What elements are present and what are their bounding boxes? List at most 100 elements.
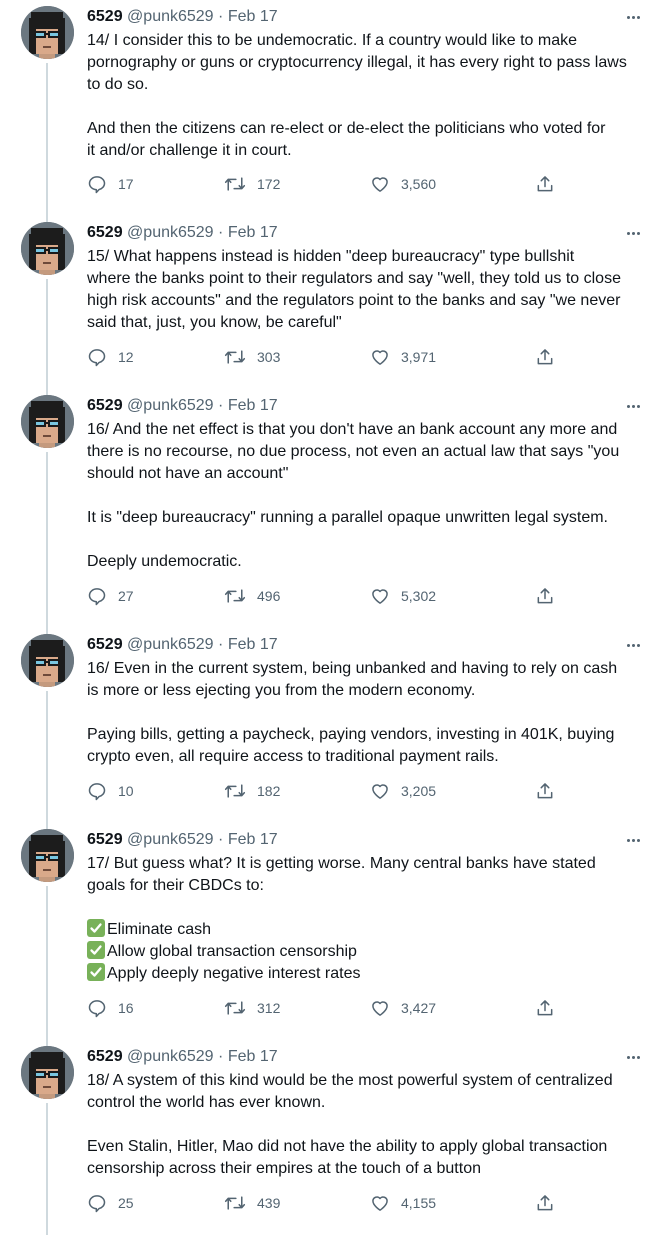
avatar[interactable] [21, 829, 74, 882]
checklist-item: Allow global transaction censorship [87, 941, 647, 963]
reply-icon [87, 1193, 107, 1213]
tweet-line: is more or less ejecting you from the mo… [87, 682, 476, 699]
reply-button[interactable]: 12 [87, 345, 134, 369]
tweet-line: should not have an account" [87, 465, 289, 482]
tweet-actions: 12 303 3,971 [87, 345, 567, 369]
retweet-button[interactable]: 496 [224, 584, 280, 608]
tweet-line: Even Stalin, Hitler, Mao did not have th… [87, 1138, 608, 1155]
thread-connector-line [46, 691, 48, 830]
check-mark-icon [87, 941, 105, 959]
tweet-line: 16/ And the net effect is that you don't… [87, 421, 618, 438]
author-handle[interactable]: @punk6529 [127, 636, 214, 653]
like-button[interactable]: 5,302 [370, 584, 436, 608]
tweet[interactable]: 6529 @punk6529 · Feb 17 16/ And the net e… [0, 392, 665, 635]
author-handle[interactable]: @punk6529 [127, 224, 214, 241]
author-name[interactable]: 6529 [87, 397, 123, 414]
author-name[interactable]: 6529 [87, 8, 123, 25]
share-button[interactable] [535, 996, 555, 1020]
reply-icon [87, 781, 107, 801]
tweet-date[interactable]: Feb 17 [228, 831, 278, 848]
tweet-text: 16/ And the net effect is that you don't… [87, 419, 647, 573]
tweet-header: 6529 @punk6529 · Feb 17 [87, 1046, 645, 1068]
share-button[interactable] [535, 172, 555, 196]
tweet-actions: 10 182 3,205 [87, 779, 567, 803]
author-name[interactable]: 6529 [87, 224, 123, 241]
author-name[interactable]: 6529 [87, 1048, 123, 1065]
author-handle[interactable]: @punk6529 [127, 397, 214, 414]
more-icon[interactable] [623, 222, 643, 244]
reply-button[interactable]: 17 [87, 172, 134, 196]
share-button[interactable] [535, 1191, 555, 1215]
share-icon [535, 1193, 555, 1213]
tweet-line: it and/or challenge it in court. [87, 142, 292, 159]
like-icon [370, 1193, 390, 1213]
more-icon[interactable] [623, 634, 643, 656]
replies-count: 17 [118, 176, 134, 192]
like-button[interactable]: 4,155 [370, 1191, 436, 1215]
avatar[interactable] [21, 6, 74, 59]
tweet-line: And then the citizens can re-elect or de… [87, 120, 606, 137]
reply-button[interactable]: 16 [87, 996, 134, 1020]
more-icon[interactable] [623, 395, 643, 417]
author-handle[interactable]: @punk6529 [127, 8, 214, 25]
tweet[interactable]: 6529 @punk6529 · Feb 17 15/ What happens … [0, 219, 665, 396]
more-icon[interactable] [623, 6, 643, 28]
tweet-header: 6529 @punk6529 · Feb 17 [87, 222, 645, 244]
likes-count: 3,971 [401, 349, 437, 365]
author-handle[interactable]: @punk6529 [127, 1048, 214, 1065]
retweet-button[interactable]: 182 [224, 779, 280, 803]
like-icon [370, 998, 390, 1018]
tweet-paragraph: 16/ Even in the current system, being un… [87, 658, 647, 702]
checklist-item-label: Apply deeply negative interest rates [107, 965, 361, 982]
tweet-date[interactable]: Feb 17 [228, 8, 278, 25]
reply-button[interactable]: 27 [87, 584, 134, 608]
share-button[interactable] [535, 779, 555, 803]
tweet-line: censorship across their empires at the t… [87, 1160, 481, 1177]
tweet-line: to do so. [87, 76, 149, 93]
tweet[interactable]: 6529 @punk6529 · Feb 17 16/ Even in the c… [0, 631, 665, 830]
more-icon[interactable] [623, 1046, 643, 1068]
share-button[interactable] [535, 584, 555, 608]
like-button[interactable]: 3,205 [370, 779, 436, 803]
retweets-count: 303 [257, 349, 281, 365]
author-name[interactable]: 6529 [87, 831, 123, 848]
check-mark-icon [87, 919, 105, 937]
tweet-line: 14/ I consider this to be undemocratic. … [87, 32, 578, 49]
tweet-line: Deeply undemocratic. [87, 553, 242, 570]
reply-button[interactable]: 10 [87, 779, 134, 803]
tweet[interactable]: 6529 @punk6529 · Feb 17 18/ A system of t… [0, 1043, 665, 1235]
tweet-header: 6529 @punk6529 · Feb 17 [87, 634, 645, 656]
tweet-date[interactable]: Feb 17 [228, 224, 278, 241]
share-icon [535, 781, 555, 801]
like-button[interactable]: 3,971 [370, 345, 436, 369]
like-button[interactable]: 3,427 [370, 996, 436, 1020]
retweet-button[interactable]: 172 [224, 172, 280, 196]
like-button[interactable]: 3,560 [370, 172, 436, 196]
likes-count: 3,560 [401, 176, 437, 192]
author-name[interactable]: 6529 [87, 636, 123, 653]
tweet[interactable]: 6529 @punk6529 · Feb 17 14/ I consider th… [0, 3, 665, 223]
author-handle[interactable]: @punk6529 [127, 831, 214, 848]
share-icon [535, 586, 555, 606]
tweet-line: crypto even, all require access to tradi… [87, 748, 499, 765]
tweet[interactable]: 6529 @punk6529 · Feb 17 17/ But guess wha… [0, 826, 665, 1047]
avatar[interactable] [21, 1046, 74, 1099]
reply-button[interactable]: 25 [87, 1191, 134, 1215]
likes-count: 4,155 [401, 1195, 437, 1211]
likes-count: 5,302 [401, 588, 437, 604]
retweet-button[interactable]: 303 [224, 345, 280, 369]
more-icon[interactable] [623, 829, 643, 851]
avatar[interactable] [21, 395, 74, 448]
tweet-actions: 16 312 3,427 [87, 996, 567, 1020]
share-button[interactable] [535, 345, 555, 369]
tweet-date[interactable]: Feb 17 [228, 397, 278, 414]
tweet-date[interactable]: Feb 17 [228, 1048, 278, 1065]
tweet-header: 6529 @punk6529 · Feb 17 [87, 829, 645, 851]
avatar[interactable] [21, 222, 74, 275]
tweet-line: It is "deep bureaucracy" running a paral… [87, 509, 608, 526]
tweet-line: where the banks point to their regulator… [87, 270, 621, 287]
tweet-date[interactable]: Feb 17 [228, 636, 278, 653]
avatar[interactable] [21, 634, 74, 687]
retweet-button[interactable]: 312 [224, 996, 280, 1020]
retweet-button[interactable]: 439 [224, 1191, 280, 1215]
